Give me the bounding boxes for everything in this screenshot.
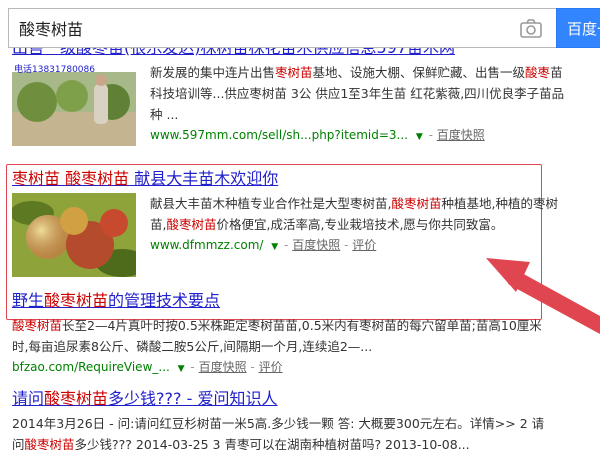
result-title[interactable]: 请问酸枣树苗多少钱??? - 爱问知识人 [12,389,572,409]
result-url[interactable]: bfzao.com/RequireView_... [12,360,170,374]
search-bar: 百度一下 [8,8,600,48]
result-1: 出售一级酸枣苗(很乐发达)株树苗株花苗木供应信息597苗木网 电话1383178… [12,48,572,147]
result-url[interactable]: www.597mm.com/sell/sh...php?itemid=3... [150,128,408,142]
result-snippet: 酸枣树苗长至2—4片真叶时按0.5米株距定枣树苗苗,0.5米内有枣树苗的每穴留单… [12,318,542,354]
result-snippet: 2014年3月26日 - 问:请问红豆杉树苗一米5高.多少钱一颗 答: 大概要3… [12,416,545,450]
result-4: 请问酸枣树苗多少钱??? - 爱问知识人 2014年3月26日 - 问:请问红豆… [12,389,572,450]
review-link[interactable]: 评价 [352,238,376,252]
result-url[interactable]: www.dfmmzz.com/ [150,238,263,252]
result-title[interactable]: 野生酸枣树苗的管理技术要点 [12,291,572,311]
cache-link[interactable]: 百度快照 [199,360,247,374]
result-snippet: 献县大丰苗木种植专业合作社是大型枣树苗,酸枣树苗种植基地,种植的枣树苗,酸枣树苗… [150,196,558,232]
result-meta: www.dfmmzz.com/ ▼ - 百度快照 - 评价 [150,235,572,257]
result-3: 野生酸枣树苗的管理技术要点 酸枣树苗长至2—4片真叶时按0.5米株距定枣树苗苗,… [12,291,572,379]
result-thumbnail[interactable] [12,193,136,277]
thumbnail-caption: 电话13831780086 [14,65,95,75]
camera-icon[interactable] [520,18,542,38]
result-snippet: 新发展的集中连片出售枣树苗基地、设施大棚、保鲜贮藏、出售一级酸枣苗科技培训等..… [150,65,565,122]
search-button[interactable]: 百度一下 [556,8,600,48]
search-results: 出售一级酸枣苗(很乐发达)株树苗株花苗木供应信息597苗木网 电话1383178… [0,48,600,450]
cache-link[interactable]: 百度快照 [437,128,485,142]
result-meta: www.597mm.com/sell/sh...php?itemid=3... … [150,125,572,147]
result-2: 枣树苗 酸枣树苗 献县大丰苗木欢迎你 献县大丰苗木种植专业合作社是大型枣树苗,酸… [12,169,572,277]
result-meta: bfzao.com/RequireView_... ▼ - 百度快照 - 评价 [12,357,572,379]
chevron-down-icon[interactable]: ▼ [271,237,278,257]
cache-link[interactable]: 百度快照 [292,238,340,252]
result-title[interactable]: 出售一级酸枣苗(很乐发达)株树苗株花苗木供应信息597苗木网 [12,48,572,58]
chevron-down-icon[interactable]: ▼ [178,359,185,379]
review-link[interactable]: 评价 [259,360,283,374]
chevron-down-icon[interactable]: ▼ [416,127,423,147]
search-input[interactable] [8,8,556,48]
result-title[interactable]: 枣树苗 酸枣树苗 献县大丰苗木欢迎你 [12,169,572,189]
result-thumbnail[interactable]: 电话13831780086 [12,62,136,146]
